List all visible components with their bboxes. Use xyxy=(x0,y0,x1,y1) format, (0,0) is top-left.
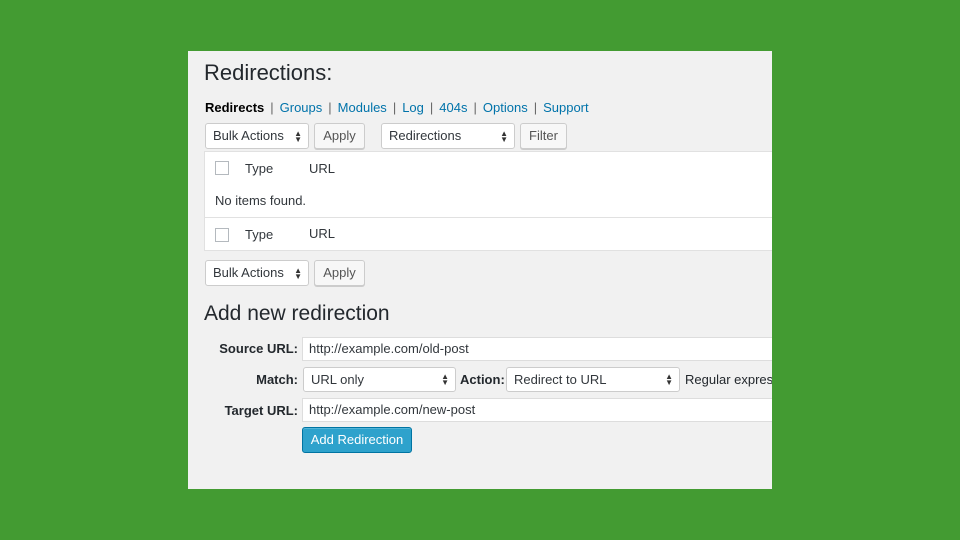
nav-item-log[interactable]: Log xyxy=(402,100,424,115)
nav-separator: | xyxy=(533,100,538,115)
nav-separator: | xyxy=(392,100,397,115)
nav-item-modules[interactable]: Modules xyxy=(338,100,387,115)
nav-separator: | xyxy=(473,100,477,115)
nav-item-groups[interactable]: Groups xyxy=(280,100,323,115)
nav-item-404s[interactable]: 404s xyxy=(439,100,467,115)
nav-separator: | xyxy=(328,100,332,115)
section-nav: Redirects | Groups | Modules | Log | 404s | Option… xyxy=(205,100,589,115)
up-down-arrows-icon: ▲ ▼ xyxy=(441,371,449,387)
select-all-checkbox[interactable] xyxy=(215,161,229,175)
up-down-arrows-icon: ▲ ▼ xyxy=(294,265,302,281)
bulk-actions-value: Bulk Actions xyxy=(213,128,284,143)
add-redirection-button[interactable]: Add Redirection xyxy=(302,427,412,453)
source-url-label: Source URL: xyxy=(219,341,298,356)
empty-message: No items found. xyxy=(215,193,307,208)
nav-item-support[interactable]: Support xyxy=(543,100,589,115)
action-select[interactable]: Redirect to URL ▲ ▼ xyxy=(506,367,680,392)
action-value: Redirect to URL xyxy=(514,372,607,387)
table-row: No items found. xyxy=(204,184,772,218)
nav-separator: | xyxy=(270,100,274,115)
filter-button[interactable]: Filter xyxy=(520,123,567,149)
select-all-checkbox-footer[interactable] xyxy=(215,228,229,242)
column-type-footer[interactable]: Type xyxy=(245,227,273,242)
match-value: URL only xyxy=(311,372,364,387)
match-select[interactable]: URL only ▲ ▼ xyxy=(303,367,456,392)
table-footer: Type URL xyxy=(204,217,772,251)
nav-item-redirects[interactable]: Redirects xyxy=(205,100,264,115)
target-url-label: Target URL: xyxy=(224,403,298,418)
match-label: Match: xyxy=(256,372,298,387)
bulk-actions-select-bottom[interactable]: Bulk Actions ▲ ▼ xyxy=(205,260,309,286)
group-filter-value: Redirections xyxy=(389,128,462,143)
regex-checkbox-label[interactable]: Regular express xyxy=(685,372,772,387)
apply-button-bottom[interactable]: Apply xyxy=(314,260,365,286)
up-down-arrows-icon: ▲ ▼ xyxy=(500,128,508,144)
page-title: Redirections: xyxy=(204,60,333,85)
target-url-input[interactable]: http://example.com/new-post xyxy=(302,398,772,422)
column-url[interactable]: URL xyxy=(309,161,335,176)
add-redirection-heading: Add new redirection xyxy=(204,302,390,325)
column-url-footer[interactable]: URL xyxy=(309,226,335,241)
bulk-actions-value: Bulk Actions xyxy=(213,265,284,280)
up-down-arrows-icon: ▲ ▼ xyxy=(665,371,673,387)
table-header: Type URL xyxy=(204,151,772,185)
nav-item-options[interactable]: Options xyxy=(483,100,528,115)
up-down-arrows-icon: ▲ ▼ xyxy=(294,128,302,144)
action-label: Action: xyxy=(460,372,505,387)
column-type[interactable]: Type xyxy=(245,161,273,176)
source-url-input[interactable]: http://example.com/old-post xyxy=(302,337,772,361)
apply-button-top[interactable]: Apply xyxy=(314,123,365,149)
nav-separator: | xyxy=(429,100,434,115)
redirection-admin-panel: Redirections: Redirects | Groups | Modules | L… xyxy=(188,51,772,489)
bulk-actions-select-top[interactable]: Bulk Actions ▲ ▼ xyxy=(205,123,309,149)
group-filter-select[interactable]: Redirections ▲ ▼ xyxy=(381,123,515,149)
